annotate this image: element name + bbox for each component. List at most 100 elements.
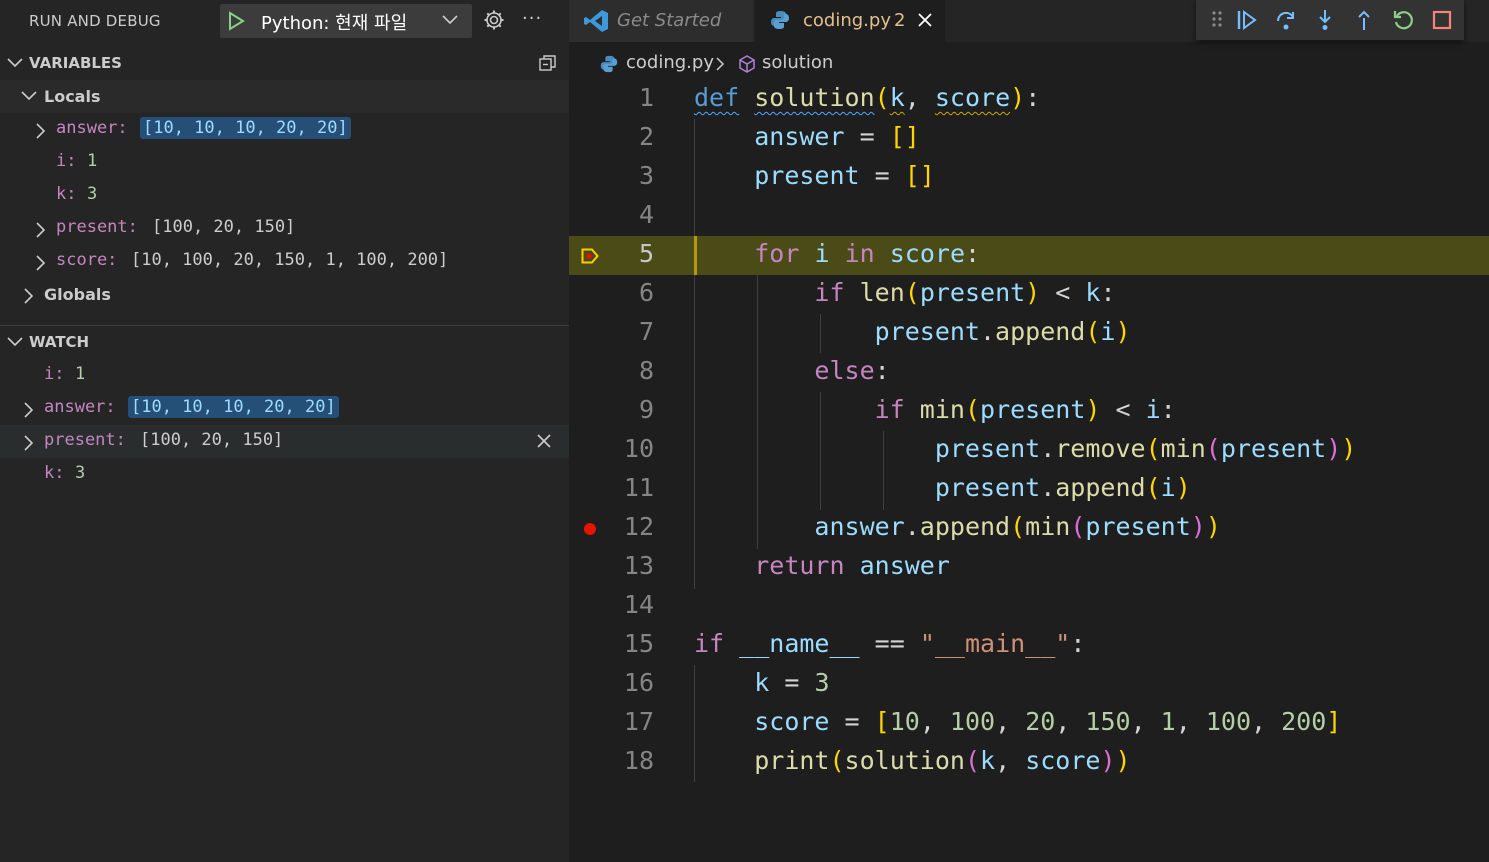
line-number: 3 <box>638 161 654 190</box>
variables-section-header[interactable]: VARIABLES <box>0 47 569 79</box>
watch-row[interactable]: i: 1 <box>0 359 569 392</box>
code-line[interactable]: 7 present.append(i) <box>569 314 1489 353</box>
run-config-select[interactable]: Python: 현재 파일 <box>220 4 472 38</box>
tab-label: Get Started <box>617 10 722 31</box>
chevron-right-icon[interactable] <box>23 435 35 451</box>
continue-icon[interactable] <box>1236 9 1258 31</box>
tab-label: coding.py <box>803 10 891 31</box>
remove-expression-icon[interactable] <box>536 433 552 449</box>
variable-name: k: <box>56 184 77 204</box>
stop-icon[interactable] <box>1431 9 1453 31</box>
variable-name: i: <box>56 151 77 171</box>
watch-row[interactable]: answer: [10, 10, 10, 20, 20] <box>0 392 569 425</box>
debug-toolbar <box>1196 0 1464 40</box>
sidebar-title: RUN AND DEBUG <box>29 12 161 30</box>
chevron-right-icon[interactable] <box>35 123 47 139</box>
code-line[interactable]: 14 <box>569 587 1489 626</box>
code-line[interactable]: 4 <box>569 197 1489 236</box>
code-line[interactable]: 8 else: <box>569 353 1489 392</box>
code-line[interactable]: 17 score = [10, 100, 20, 150, 1, 100, 20… <box>569 704 1489 743</box>
line-number: 8 <box>638 356 654 385</box>
code-line[interactable]: 13 return answer <box>569 548 1489 587</box>
step-over-icon[interactable] <box>1275 9 1297 31</box>
line-number: 9 <box>638 395 654 424</box>
code-line[interactable]: 6 if len(present) < k: <box>569 275 1489 314</box>
code-line[interactable]: 3 present = [] <box>569 158 1489 197</box>
globals-label: Globals <box>44 285 111 304</box>
step-out-icon[interactable] <box>1353 9 1375 31</box>
watch-row[interactable]: present: [100, 20, 150] <box>0 425 569 458</box>
watch-value: [100, 20, 150] <box>140 430 284 450</box>
chevron-right-icon[interactable] <box>23 402 35 418</box>
line-number: 10 <box>623 434 654 463</box>
watch-section-header[interactable]: WATCH <box>0 326 569 358</box>
variable-row[interactable]: k: 3 <box>0 179 569 212</box>
code-line[interactable]: 18 print(solution(k, score)) <box>569 743 1489 782</box>
watch-name: i: <box>44 364 65 384</box>
line-number: 1 <box>638 83 654 112</box>
line-number: 16 <box>623 668 654 697</box>
watch-name: answer: <box>44 397 116 417</box>
variable-row[interactable]: answer: [10, 10, 10, 20, 20] <box>0 113 569 146</box>
code-line[interactable]: 11 present.append(i) <box>569 470 1489 509</box>
line-number: 14 <box>623 590 654 619</box>
chevron-down-icon <box>7 58 23 68</box>
tab-bar: Get Started coding.py 2 <box>569 0 1489 42</box>
code-line[interactable]: 12 answer.append(min(present)) <box>569 509 1489 548</box>
code-line[interactable]: 2 answer = [] <box>569 119 1489 158</box>
tab-coding-py[interactable]: coding.py 2 <box>755 0 945 42</box>
variable-row[interactable]: i: 1 <box>0 146 569 179</box>
current-code-line[interactable]: 5 for i in score: <box>569 236 1489 275</box>
code-line[interactable]: 10 present.remove(min(present)) <box>569 431 1489 470</box>
chevron-down-icon[interactable] <box>442 14 458 26</box>
breadcrumb-symbol[interactable]: solution <box>762 52 833 73</box>
breadcrumb-file[interactable]: coding.py <box>626 52 714 73</box>
variable-name: present: <box>56 217 138 237</box>
line-number: 6 <box>638 278 654 307</box>
variable-name: answer: <box>56 118 128 138</box>
code-line[interactable]: 1 def solution(k, score): <box>569 80 1489 119</box>
line-number: 12 <box>623 512 654 541</box>
variable-row[interactable]: score: [10, 100, 20, 150, 1, 100, 200] <box>0 245 569 278</box>
variable-value: 3 <box>87 184 98 204</box>
chevron-right-icon[interactable] <box>35 222 47 238</box>
collapse-all-icon[interactable] <box>538 53 558 73</box>
play-icon[interactable] <box>228 11 246 31</box>
line-number: 2 <box>638 122 654 151</box>
code-line[interactable]: 9 if min(present) < i: <box>569 392 1489 431</box>
chevron-down-icon <box>21 91 37 101</box>
more-actions-icon[interactable]: ··· <box>522 8 542 29</box>
variables-title: VARIABLES <box>29 54 122 72</box>
variable-row[interactable]: present: [100, 20, 150] <box>0 212 569 245</box>
run-config-label: Python: 현재 파일 <box>261 13 408 34</box>
watch-name: present: <box>44 430 126 450</box>
step-into-icon[interactable] <box>1314 9 1336 31</box>
python-file-icon <box>771 11 789 29</box>
breadcrumb: coding.py solution <box>569 48 1489 80</box>
debug-sidebar: RUN AND DEBUG Python: 현재 파일 ··· VARIABLE… <box>0 0 569 862</box>
variable-value: [100, 20, 150] <box>152 217 296 237</box>
code-line[interactable]: 16 k = 3 <box>569 665 1489 704</box>
variable-value: [10, 100, 20, 150, 1, 100, 200] <box>131 250 449 270</box>
chevron-down-icon <box>7 337 23 347</box>
editor-area: Get Started coding.py 2 coding.py soluti… <box>569 0 1489 862</box>
watch-value: 3 <box>75 463 86 483</box>
watch-name: k: <box>44 463 65 483</box>
chevron-right-icon[interactable] <box>35 255 47 271</box>
sidebar-header: RUN AND DEBUG Python: 현재 파일 ··· <box>0 0 569 42</box>
locals-label: Locals <box>44 87 101 106</box>
close-icon[interactable] <box>917 12 933 28</box>
drag-handle-icon[interactable] <box>1210 9 1224 29</box>
watch-row[interactable]: k: 3 <box>0 458 569 491</box>
locals-scope[interactable]: Locals <box>0 80 569 113</box>
variable-value: [10, 10, 10, 20, 20] <box>140 117 351 139</box>
chevron-right-icon[interactable] <box>23 288 35 304</box>
restart-icon[interactable] <box>1392 9 1414 31</box>
tab-get-started[interactable]: Get Started <box>569 0 753 42</box>
gear-icon[interactable] <box>483 9 505 31</box>
line-number: 18 <box>623 746 654 775</box>
globals-scope[interactable]: Globals <box>0 278 569 311</box>
code-line[interactable]: 15 if __name__ == "__main__": <box>569 626 1489 665</box>
python-file-icon <box>600 55 618 73</box>
watch-title: WATCH <box>29 333 90 351</box>
